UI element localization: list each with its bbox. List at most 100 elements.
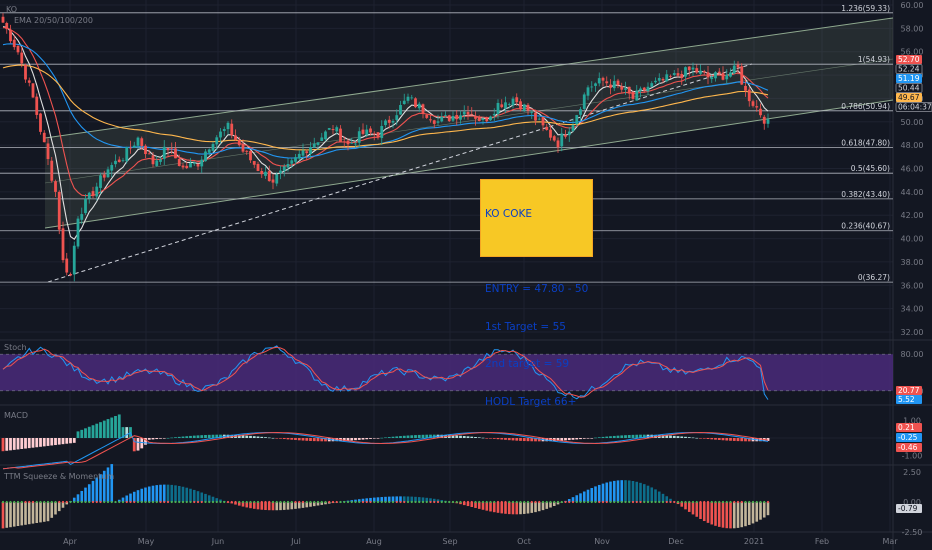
ttm-bar [590, 487, 594, 502]
macd-histogram-bar [530, 438, 534, 442]
candle-body [267, 171, 271, 182]
macd-histogram-bar [174, 437, 177, 438]
ttm-squeeze-dot [751, 500, 755, 504]
macd-tag-label: -0.25 [898, 433, 918, 442]
candle-body [279, 170, 282, 174]
candle-body [560, 133, 564, 147]
ttm-squeeze-dot [410, 500, 413, 504]
candle-body [192, 162, 196, 164]
macd-histogram-bar [294, 438, 297, 441]
macd-histogram-bar [20, 438, 24, 449]
candle-body [140, 138, 144, 147]
ttm-bar [642, 484, 646, 502]
stoch-tag-label: 20.77 [898, 386, 920, 395]
candle-body [511, 98, 515, 106]
candle-body [462, 111, 466, 115]
candle-body [219, 131, 222, 138]
ttm-squeeze-dot [538, 500, 541, 504]
ttm-squeeze-dot [58, 500, 61, 504]
ttm-squeeze-dot [496, 500, 500, 504]
macd-label: MACD [4, 411, 28, 420]
ttm-squeeze-dot [605, 500, 608, 504]
ttm-squeeze-dot [358, 500, 361, 504]
candle-body [372, 133, 376, 135]
ttm-squeeze-dot [609, 500, 612, 504]
candle-body [710, 77, 714, 80]
macd-histogram-bar [631, 434, 635, 438]
macd-histogram-bar [31, 438, 35, 448]
ttm-squeeze-dot [61, 500, 65, 504]
ttm-squeeze-dot [463, 500, 466, 504]
ttm-squeeze-dot [223, 500, 226, 504]
candle-body [215, 137, 219, 145]
ttm-squeeze-dot [395, 500, 398, 504]
ttm-bar [46, 502, 50, 522]
candle-body [162, 146, 166, 159]
annotation-line-2 [485, 246, 588, 259]
ttm-bar [744, 502, 747, 527]
macd-histogram-bar [507, 438, 511, 441]
macd-histogram-bar [271, 437, 275, 439]
candle-body [350, 142, 354, 144]
ttm-squeeze-dot [69, 500, 72, 504]
ttm-tick-label: 2.50 [903, 468, 921, 477]
ttm-bar [597, 484, 601, 502]
macd-histogram-bar [27, 438, 31, 449]
price-tag-label: 51.19 [898, 74, 920, 83]
macd-histogram-bar [16, 438, 20, 450]
annotation-box[interactable]: KO COKE ENTRY = 47.80 - 50 1st Target = … [480, 179, 593, 408]
macd-histogram-bar [699, 438, 702, 439]
macd-histogram-bar [95, 423, 99, 438]
macd-histogram-bar [612, 435, 616, 438]
price-tick-label: 34.00 [901, 305, 924, 314]
macd-histogram-bar [579, 438, 582, 440]
macd-histogram-bar [601, 436, 605, 438]
ttm-bar [526, 502, 530, 514]
ttm-squeeze-dot [541, 500, 545, 504]
macd-histogram-bar [102, 420, 106, 438]
ttm-squeeze-dot [76, 500, 80, 504]
macd-histogram-bar [597, 437, 601, 438]
ttm-squeeze-dot [594, 500, 597, 504]
ttm-bar [20, 502, 24, 526]
candle-body [406, 96, 410, 101]
ttm-squeeze-dot [388, 500, 391, 504]
ttm-squeeze-dot [189, 500, 192, 504]
macd-histogram-bar [706, 438, 710, 439]
candle-body [684, 67, 687, 77]
ttm-squeeze-dot [103, 500, 106, 504]
candle-body [222, 129, 226, 131]
ttm-bar [200, 492, 204, 502]
ttm-bar [5, 502, 9, 528]
ttm-bar [57, 502, 61, 512]
macd-histogram-bar [46, 438, 50, 446]
ttm-bar [766, 502, 770, 516]
ttm-squeeze-dot [54, 500, 57, 504]
ttm-squeeze-dot [260, 500, 263, 504]
ttm-squeeze-dot [691, 500, 695, 504]
ttm-bar [76, 494, 80, 502]
candle-body [485, 117, 489, 122]
stoch-label: Stoch [4, 343, 27, 352]
candle-body [316, 142, 320, 146]
candle-body [601, 77, 605, 81]
candle-body [699, 70, 702, 74]
ttm-bar [751, 502, 755, 524]
macd-histogram-bar [492, 438, 496, 439]
ttm-bar [586, 489, 590, 502]
ttm-tick-label: -2.50 [902, 528, 923, 537]
time-tick-label: Aug [366, 537, 382, 546]
ttm-squeeze-dot [350, 500, 353, 504]
fib-label: 0.236(40.67) [841, 222, 890, 231]
ttm-squeeze-dot [721, 500, 725, 504]
ttm-squeeze-dot [478, 500, 481, 504]
ttm-squeeze-dot [215, 500, 218, 504]
fib-label: 1.236(59.33) [841, 4, 890, 13]
candle-body [245, 150, 249, 152]
candle-body [387, 119, 391, 123]
ttm-squeeze-dot [373, 500, 376, 504]
candle-body [200, 159, 204, 167]
ttm-bar [729, 502, 732, 529]
ttm-squeeze-dot [309, 500, 312, 504]
macd-histogram-bar [84, 428, 87, 438]
